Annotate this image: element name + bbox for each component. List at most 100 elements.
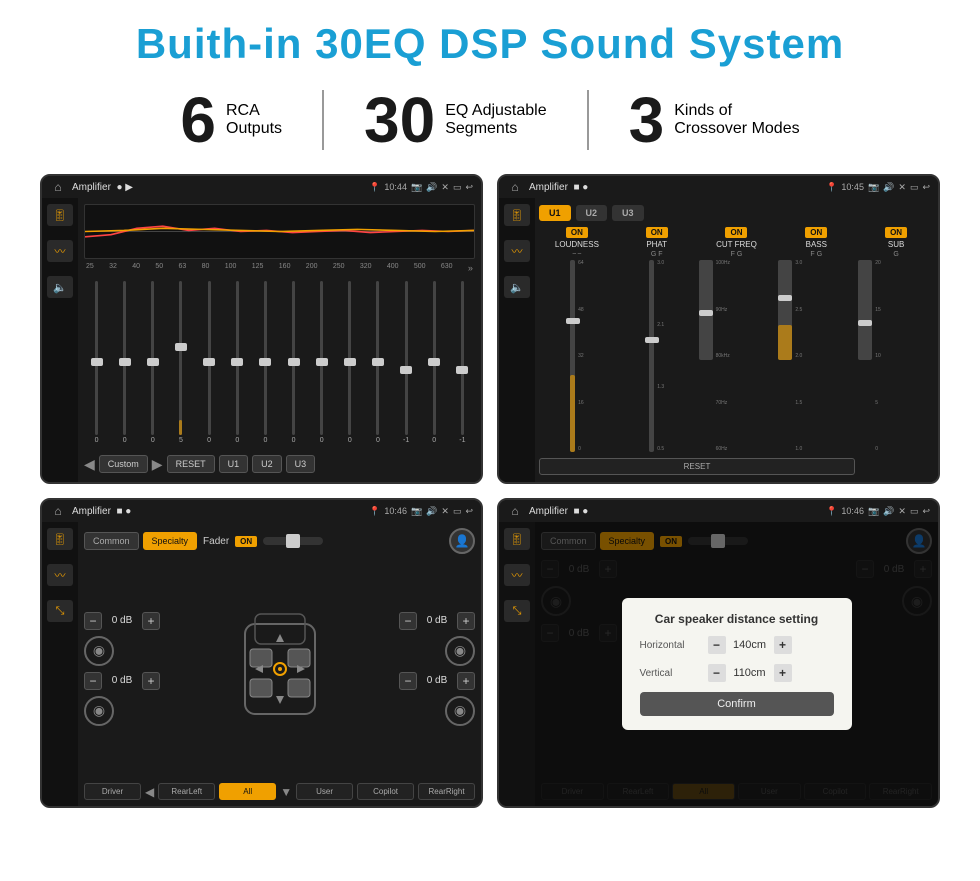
eq-u3-btn[interactable]: U3 xyxy=(286,455,316,473)
eq-slider-2[interactable]: 0 xyxy=(140,281,165,444)
eq-slider-12[interactable]: 0 xyxy=(422,281,447,444)
eq-custom-btn[interactable]: Custom xyxy=(99,455,148,473)
cutfreq-on[interactable]: ON xyxy=(725,227,747,238)
modal-horizontal-minus[interactable]: − xyxy=(708,636,726,654)
eq-wave-icon[interactable]: 〰 xyxy=(47,240,73,262)
fader-driver-btn[interactable]: Driver xyxy=(84,783,141,800)
fader-rr-plus[interactable]: + xyxy=(457,672,475,690)
fader-tabs: Common Specialty xyxy=(84,532,197,550)
fader-h-slider[interactable] xyxy=(263,537,323,545)
eq-u1-btn[interactable]: U1 xyxy=(219,455,249,473)
crossover-screen: 🎚 〰 🔈 U1 U2 U3 ON xyxy=(499,198,938,482)
eq-reset-btn[interactable]: RESET xyxy=(167,455,215,473)
cross-channel-loudness: ON LOUDNESS ~~ 644832160 xyxy=(539,227,615,452)
status-icons-1: 📍 10:44 📷🔊✕▭↩ xyxy=(369,182,473,193)
cross-channel-sub: ON SUB G 20151050 xyxy=(858,227,934,452)
cross-u2-btn[interactable]: U2 xyxy=(576,205,608,221)
home-icon-4[interactable] xyxy=(507,503,523,519)
fader-wave-icon[interactable]: 〰 xyxy=(47,564,73,586)
eq-slider-6[interactable]: 0 xyxy=(253,281,278,444)
fader-tab-specialty[interactable]: Specialty xyxy=(143,532,198,550)
fader-rl-plus[interactable]: + xyxy=(142,672,160,690)
sub-label: SUB xyxy=(888,240,904,249)
eq-slider-13[interactable]: -1 xyxy=(450,281,475,444)
eq-u2-btn[interactable]: U2 xyxy=(252,455,282,473)
home-icon-1[interactable] xyxy=(50,179,66,195)
status-icons-2: 📍 10:45 📷🔊✕▭↩ xyxy=(826,182,930,193)
eq-tune-icon[interactable]: 🎚 xyxy=(47,204,73,226)
cross-wave-icon[interactable]: 〰 xyxy=(504,240,530,262)
fader-all-btn[interactable]: All xyxy=(219,783,276,800)
status-bar-2: Amplifier ■ ● 📍 10:45 📷🔊✕▭↩ xyxy=(499,176,938,198)
dist-expand-icon[interactable]: ⤡ xyxy=(504,600,530,622)
fader-rl-val: 0 dB xyxy=(106,675,138,686)
eq-slider-8[interactable]: 0 xyxy=(309,281,334,444)
fader-rearright-btn[interactable]: RearRight xyxy=(418,783,475,800)
modal-confirm-btn[interactable]: Confirm xyxy=(640,692,834,716)
fader-rl-minus[interactable]: − xyxy=(84,672,102,690)
screen-fader: Amplifier ■ ● 📍 10:46 📷🔊✕▭↩ 🎚 〰 ⤡ xyxy=(40,498,483,808)
fader-fr-minus[interactable]: − xyxy=(399,612,417,630)
fader-rr-minus[interactable]: − xyxy=(399,672,417,690)
eq-sliders: 0 0 0 5 0 0 0 0 0 0 0 -1 0 -1 xyxy=(84,277,475,448)
eq-slider-11[interactable]: -1 xyxy=(394,281,419,444)
fader-fl-plus[interactable]: + xyxy=(142,612,160,630)
cross-channel-cutfreq: ON CUT FREQ FG 100Hz90Hz80kHz70Hz60Hz xyxy=(699,227,775,452)
eq-speaker-icon[interactable]: 🔈 xyxy=(47,276,73,298)
status-title-2: Amplifier ■ ● xyxy=(529,182,820,193)
fader-tab-common[interactable]: Common xyxy=(84,532,139,550)
modal-horizontal-stepper: − 140cm + xyxy=(708,636,792,654)
fader-side-icons: 🎚 〰 ⤡ xyxy=(42,522,78,806)
modal-vertical-plus[interactable]: + xyxy=(774,664,792,682)
stat-eq: 30 EQ Adjustable Segments xyxy=(324,88,587,152)
phat-on[interactable]: ON xyxy=(646,227,668,238)
modal-horizontal-plus[interactable]: + xyxy=(774,636,792,654)
cross-u1-btn[interactable]: U1 xyxy=(539,205,571,221)
fader-profile-icon[interactable]: 👤 xyxy=(449,528,475,554)
fader-copilot-btn[interactable]: Copilot xyxy=(357,783,414,800)
eq-slider-0[interactable]: 0 xyxy=(84,281,109,444)
fader-fr-speaker: ◉ xyxy=(445,636,475,666)
eq-slider-10[interactable]: 0 xyxy=(365,281,390,444)
cross-tune-icon[interactable]: 🎚 xyxy=(504,204,530,226)
eq-slider-5[interactable]: 0 xyxy=(225,281,250,444)
cross-speaker-icon[interactable]: 🔈 xyxy=(504,276,530,298)
dist-tune-icon[interactable]: 🎚 xyxy=(504,528,530,550)
fader-label: Fader xyxy=(203,536,229,547)
cross-u3-btn[interactable]: U3 xyxy=(612,205,644,221)
sub-on[interactable]: ON xyxy=(885,227,907,238)
fader-fr-plus[interactable]: + xyxy=(457,612,475,630)
fader-left-arrow: ◀ xyxy=(145,785,154,799)
dist-wave-icon[interactable]: 〰 xyxy=(504,564,530,586)
fader-rr-val: 0 dB xyxy=(421,675,453,686)
modal-vertical-row: Vertical − 110cm + xyxy=(640,664,834,682)
eq-slider-1[interactable]: 0 xyxy=(112,281,137,444)
home-icon-3[interactable] xyxy=(50,503,66,519)
modal-vertical-minus[interactable]: − xyxy=(708,664,726,682)
eq-slider-9[interactable]: 0 xyxy=(337,281,362,444)
fader-bottom: Driver ◀ RearLeft All ▼ User Copilot Rea… xyxy=(84,783,475,800)
fader-rearleft-btn[interactable]: RearLeft xyxy=(158,783,215,800)
eq-prev-btn[interactable]: ◀ xyxy=(84,456,95,473)
eq-graph xyxy=(84,204,475,259)
fader-expand-icon[interactable]: ⤡ xyxy=(47,600,73,622)
eq-slider-3[interactable]: 5 xyxy=(168,281,193,444)
eq-bottom-bar: ◀ Custom ▶ RESET U1 U2 U3 xyxy=(84,452,475,476)
fader-fl-minus[interactable]: − xyxy=(84,612,102,630)
eq-slider-7[interactable]: 0 xyxy=(281,281,306,444)
loudness-on[interactable]: ON xyxy=(566,227,588,238)
fader-right-col: − 0 dB + ◉ − 0 dB + ◉ xyxy=(399,612,475,726)
status-bar-3: Amplifier ■ ● 📍 10:46 📷🔊✕▭↩ xyxy=(42,500,481,522)
stat-number-eq: 30 xyxy=(364,88,435,152)
eq-freq-labels: 2532405063 80100125160200 25032040050063… xyxy=(84,263,475,273)
fader-tune-icon[interactable]: 🎚 xyxy=(47,528,73,550)
eq-next-btn[interactable]: ▶ xyxy=(152,456,163,473)
cross-reset-area: RESET xyxy=(539,455,934,478)
eq-slider-4[interactable]: 0 xyxy=(197,281,222,444)
home-icon-2[interactable] xyxy=(507,179,523,195)
fader-user-btn[interactable]: User xyxy=(296,783,353,800)
fader-on-badge[interactable]: ON xyxy=(235,536,257,547)
cross-reset-btn[interactable]: RESET xyxy=(539,458,855,475)
stat-number-rca: 6 xyxy=(180,88,216,152)
bass-on[interactable]: ON xyxy=(805,227,827,238)
